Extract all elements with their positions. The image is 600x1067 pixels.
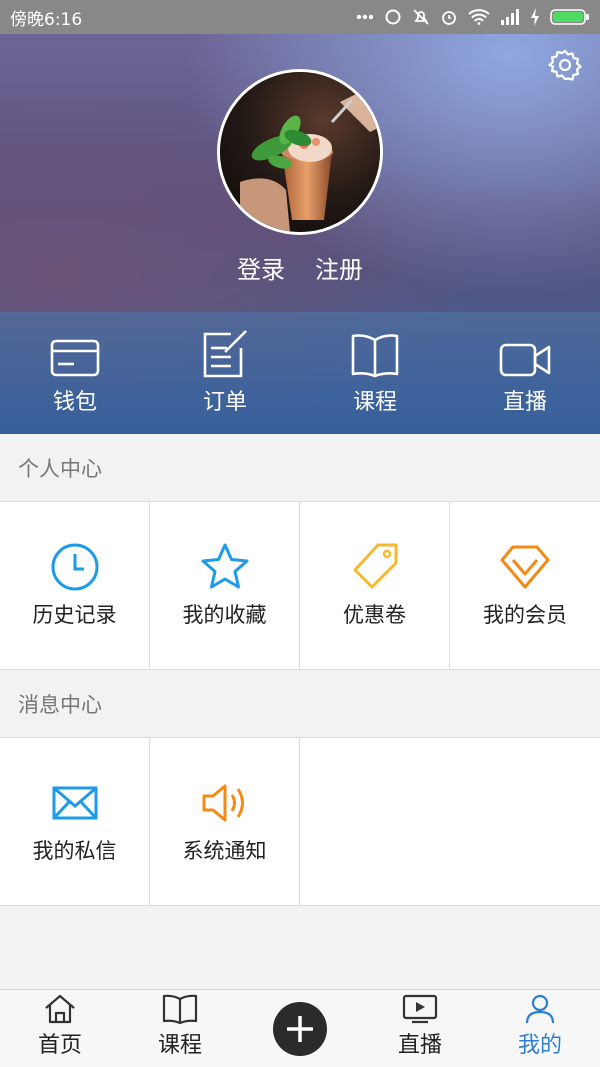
wifi-icon	[468, 9, 490, 25]
quick-orders-label: 订单	[202, 390, 247, 415]
nav-live-label: 直播	[397, 1033, 442, 1058]
quick-orders[interactable]: 订单	[150, 312, 300, 434]
quick-wallet-label: 钱包	[52, 390, 97, 415]
wallet-icon	[50, 330, 100, 378]
more-dots-icon	[356, 14, 374, 20]
nav-profile-label: 我的	[517, 1033, 562, 1058]
personal-center-grid: 历史记录 我的收藏 优惠卷 我的会员	[0, 502, 600, 670]
favorites-item[interactable]: 我的收藏	[150, 502, 300, 669]
coupons-label: 优惠卷	[343, 602, 406, 627]
settings-button[interactable]	[548, 48, 582, 86]
quick-courses[interactable]: 课程	[300, 312, 450, 434]
star-icon	[199, 543, 251, 591]
speaker-icon	[201, 779, 249, 827]
notifications-item[interactable]: 系统通知	[150, 738, 300, 905]
messages-item[interactable]: 我的私信	[0, 738, 150, 905]
nav-home[interactable]: 首页	[0, 990, 120, 1067]
personal-center-title: 个人中心	[0, 434, 600, 502]
book-icon	[162, 993, 198, 1025]
mail-icon	[52, 779, 98, 827]
alarm-icon	[440, 8, 458, 26]
history-label: 历史记录	[32, 602, 117, 627]
message-center-grid: 我的私信 系统通知	[0, 738, 600, 906]
coupons-item[interactable]: 优惠卷	[300, 502, 450, 669]
quick-wallet[interactable]: 钱包	[0, 312, 150, 434]
membership-label: 我的会员	[483, 602, 567, 627]
plus-icon	[273, 1001, 327, 1056]
profile-header: 登录 注册 钱包 订单 课程 直播	[0, 34, 600, 434]
nav-home-label: 首页	[37, 1033, 82, 1058]
book-icon	[350, 330, 400, 378]
nav-live[interactable]: 直播	[360, 990, 480, 1067]
charging-icon	[530, 8, 540, 26]
quick-live[interactable]: 直播	[450, 312, 600, 434]
clock-icon	[50, 543, 100, 591]
nav-profile[interactable]: 我的	[480, 990, 600, 1067]
nav-courses[interactable]: 课程	[120, 990, 240, 1067]
battery-icon	[550, 8, 590, 26]
grid-empty-space	[300, 738, 600, 905]
gear-icon	[548, 48, 582, 86]
status-icons	[356, 8, 590, 26]
home-icon	[43, 993, 77, 1025]
nav-add-button[interactable]	[240, 990, 360, 1067]
mute-icon	[412, 8, 430, 26]
register-link[interactable]: 注册	[315, 250, 363, 285]
login-link[interactable]: 登录	[237, 250, 285, 285]
status-time: 傍晚6:16	[10, 9, 83, 30]
diamond-icon	[499, 543, 551, 591]
tv-play-icon	[402, 993, 438, 1025]
quick-actions: 钱包 订单 课程 直播	[0, 312, 600, 434]
order-icon	[201, 330, 249, 378]
auth-links: 登录 注册	[0, 250, 600, 285]
quick-courses-label: 课程	[352, 390, 397, 415]
signal-icon	[500, 9, 520, 25]
status-bar: 傍晚6:16	[0, 0, 600, 34]
bottom-nav: 首页 课程 直播 我的	[0, 989, 600, 1067]
video-icon	[499, 330, 551, 378]
message-center-title: 消息中心	[0, 670, 600, 738]
history-item[interactable]: 历史记录	[0, 502, 150, 669]
notifications-label: 系统通知	[182, 838, 267, 863]
membership-item[interactable]: 我的会员	[450, 502, 600, 669]
messages-label: 我的私信	[32, 838, 117, 863]
sync-icon	[384, 8, 402, 26]
avatar[interactable]	[217, 69, 383, 235]
drink-photo	[220, 72, 380, 232]
user-icon	[525, 993, 555, 1025]
tag-icon	[350, 543, 400, 591]
favorites-label: 我的收藏	[182, 602, 267, 627]
quick-live-label: 直播	[502, 390, 547, 415]
nav-courses-label: 课程	[157, 1033, 202, 1058]
